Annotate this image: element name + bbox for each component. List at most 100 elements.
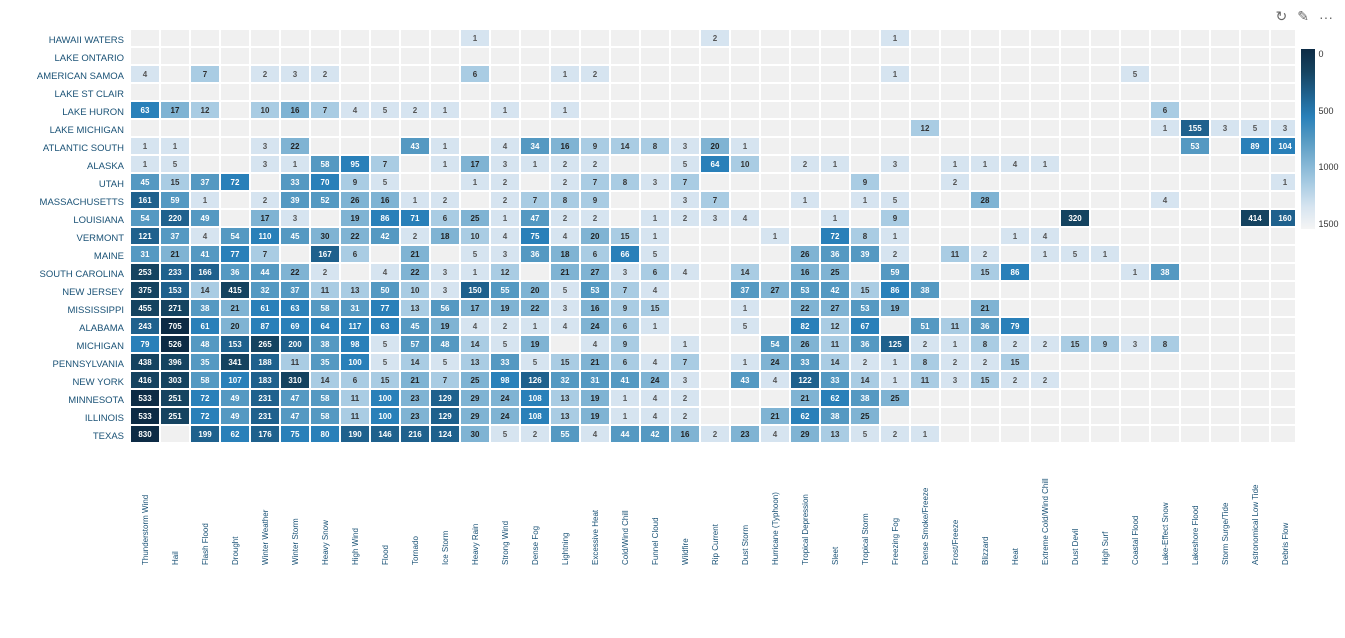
heatmap-cell[interactable]: 54 xyxy=(130,209,160,227)
heatmap-cell[interactable] xyxy=(1090,299,1120,317)
heatmap-cell[interactable] xyxy=(1210,65,1240,83)
heatmap-cell[interactable]: 21 xyxy=(760,407,790,425)
heatmap-cell[interactable] xyxy=(670,227,700,245)
heatmap-cell[interactable]: 11 xyxy=(910,371,940,389)
heatmap-cell[interactable]: 95 xyxy=(340,155,370,173)
heatmap-cell[interactable] xyxy=(340,47,370,65)
heatmap-cell[interactable] xyxy=(490,47,520,65)
heatmap-cell[interactable]: 62 xyxy=(220,425,250,443)
heatmap-cell[interactable] xyxy=(370,83,400,101)
heatmap-cell[interactable]: 7 xyxy=(310,101,340,119)
heatmap-cell[interactable] xyxy=(520,119,550,137)
heatmap-cell[interactable]: 32 xyxy=(550,371,580,389)
heatmap-cell[interactable] xyxy=(250,173,280,191)
heatmap-cell[interactable] xyxy=(430,119,460,137)
heatmap-cell[interactable] xyxy=(880,83,910,101)
heatmap-cell[interactable] xyxy=(580,47,610,65)
heatmap-cell[interactable]: 47 xyxy=(280,407,310,425)
heatmap-cell[interactable]: 117 xyxy=(340,317,370,335)
heatmap-cell[interactable] xyxy=(430,47,460,65)
heatmap-cell[interactable]: 72 xyxy=(220,173,250,191)
heatmap-cell[interactable]: 705 xyxy=(160,317,190,335)
heatmap-cell[interactable]: 2 xyxy=(850,353,880,371)
heatmap-cell[interactable] xyxy=(1060,263,1090,281)
heatmap-cell[interactable] xyxy=(1120,425,1150,443)
heatmap-cell[interactable]: 38 xyxy=(820,407,850,425)
heatmap-cell[interactable]: 25 xyxy=(820,263,850,281)
heatmap-cell[interactable]: 19 xyxy=(490,299,520,317)
heatmap-cell[interactable]: 6 xyxy=(340,245,370,263)
heatmap-cell[interactable] xyxy=(1120,191,1150,209)
heatmap-cell[interactable]: 3 xyxy=(250,155,280,173)
heatmap-cell[interactable]: 63 xyxy=(280,299,310,317)
heatmap-cell[interactable]: 1 xyxy=(490,209,520,227)
heatmap-cell[interactable]: 64 xyxy=(310,317,340,335)
heatmap-cell[interactable] xyxy=(760,101,790,119)
heatmap-cell[interactable]: 18 xyxy=(430,227,460,245)
heatmap-cell[interactable] xyxy=(1210,137,1240,155)
heatmap-cell[interactable]: 310 xyxy=(280,371,310,389)
heatmap-cell[interactable] xyxy=(1120,227,1150,245)
heatmap-cell[interactable] xyxy=(580,101,610,119)
heatmap-cell[interactable] xyxy=(1240,245,1270,263)
heatmap-cell[interactable]: 14 xyxy=(190,281,220,299)
heatmap-cell[interactable] xyxy=(970,227,1000,245)
heatmap-cell[interactable] xyxy=(220,155,250,173)
heatmap-cell[interactable]: 1 xyxy=(940,155,970,173)
heatmap-cell[interactable]: 39 xyxy=(280,191,310,209)
heatmap-cell[interactable]: 15 xyxy=(1000,353,1030,371)
heatmap-cell[interactable] xyxy=(1240,353,1270,371)
heatmap-cell[interactable] xyxy=(1210,227,1240,245)
heatmap-cell[interactable]: 47 xyxy=(520,209,550,227)
heatmap-cell[interactable] xyxy=(370,65,400,83)
heatmap-cell[interactable]: 26 xyxy=(340,191,370,209)
heatmap-cell[interactable]: 25 xyxy=(880,389,910,407)
heatmap-cell[interactable] xyxy=(1180,191,1210,209)
heatmap-cell[interactable] xyxy=(220,119,250,137)
heatmap-cell[interactable]: 29 xyxy=(460,407,490,425)
heatmap-cell[interactable]: 2 xyxy=(430,191,460,209)
heatmap-cell[interactable] xyxy=(700,281,730,299)
heatmap-cell[interactable]: 31 xyxy=(580,371,610,389)
heatmap-cell[interactable]: 2 xyxy=(580,155,610,173)
heatmap-cell[interactable] xyxy=(220,101,250,119)
heatmap-cell[interactable]: 26 xyxy=(790,335,820,353)
heatmap-cell[interactable] xyxy=(1210,209,1240,227)
heatmap-cell[interactable] xyxy=(850,263,880,281)
heatmap-cell[interactable]: 1 xyxy=(610,389,640,407)
heatmap-cell[interactable] xyxy=(1000,29,1030,47)
heatmap-cell[interactable] xyxy=(1060,281,1090,299)
more-icon[interactable]: ··· xyxy=(1319,9,1333,25)
heatmap-cell[interactable]: 49 xyxy=(220,407,250,425)
heatmap-cell[interactable]: 2 xyxy=(1000,335,1030,353)
heatmap-cell[interactable]: 82 xyxy=(790,317,820,335)
heatmap-cell[interactable]: 1 xyxy=(1030,155,1060,173)
heatmap-cell[interactable]: 64 xyxy=(700,155,730,173)
heatmap-cell[interactable] xyxy=(370,29,400,47)
heatmap-cell[interactable]: 5 xyxy=(1060,245,1090,263)
heatmap-cell[interactable] xyxy=(1210,353,1240,371)
heatmap-cell[interactable] xyxy=(970,65,1000,83)
heatmap-cell[interactable]: 41 xyxy=(610,371,640,389)
heatmap-cell[interactable]: 41 xyxy=(190,245,220,263)
heatmap-cell[interactable] xyxy=(1120,209,1150,227)
heatmap-cell[interactable] xyxy=(1180,83,1210,101)
heatmap-cell[interactable] xyxy=(1270,227,1295,245)
heatmap-cell[interactable]: 37 xyxy=(160,227,190,245)
heatmap-cell[interactable] xyxy=(730,389,760,407)
heatmap-cell[interactable] xyxy=(1090,425,1120,443)
heatmap-cell[interactable]: 100 xyxy=(370,389,400,407)
heatmap-cell[interactable]: 190 xyxy=(340,425,370,443)
heatmap-cell[interactable]: 16 xyxy=(670,425,700,443)
heatmap-cell[interactable]: 5 xyxy=(850,425,880,443)
heatmap-cell[interactable]: 42 xyxy=(820,281,850,299)
heatmap-cell[interactable]: 56 xyxy=(430,299,460,317)
heatmap-cell[interactable] xyxy=(940,191,970,209)
heatmap-cell[interactable] xyxy=(1240,389,1270,407)
heatmap-cell[interactable]: 10 xyxy=(730,155,760,173)
heatmap-cell[interactable] xyxy=(820,119,850,137)
heatmap-cell[interactable] xyxy=(160,29,190,47)
heatmap-cell[interactable]: 455 xyxy=(130,299,160,317)
heatmap-cell[interactable] xyxy=(130,119,160,137)
heatmap-cell[interactable] xyxy=(1090,389,1120,407)
